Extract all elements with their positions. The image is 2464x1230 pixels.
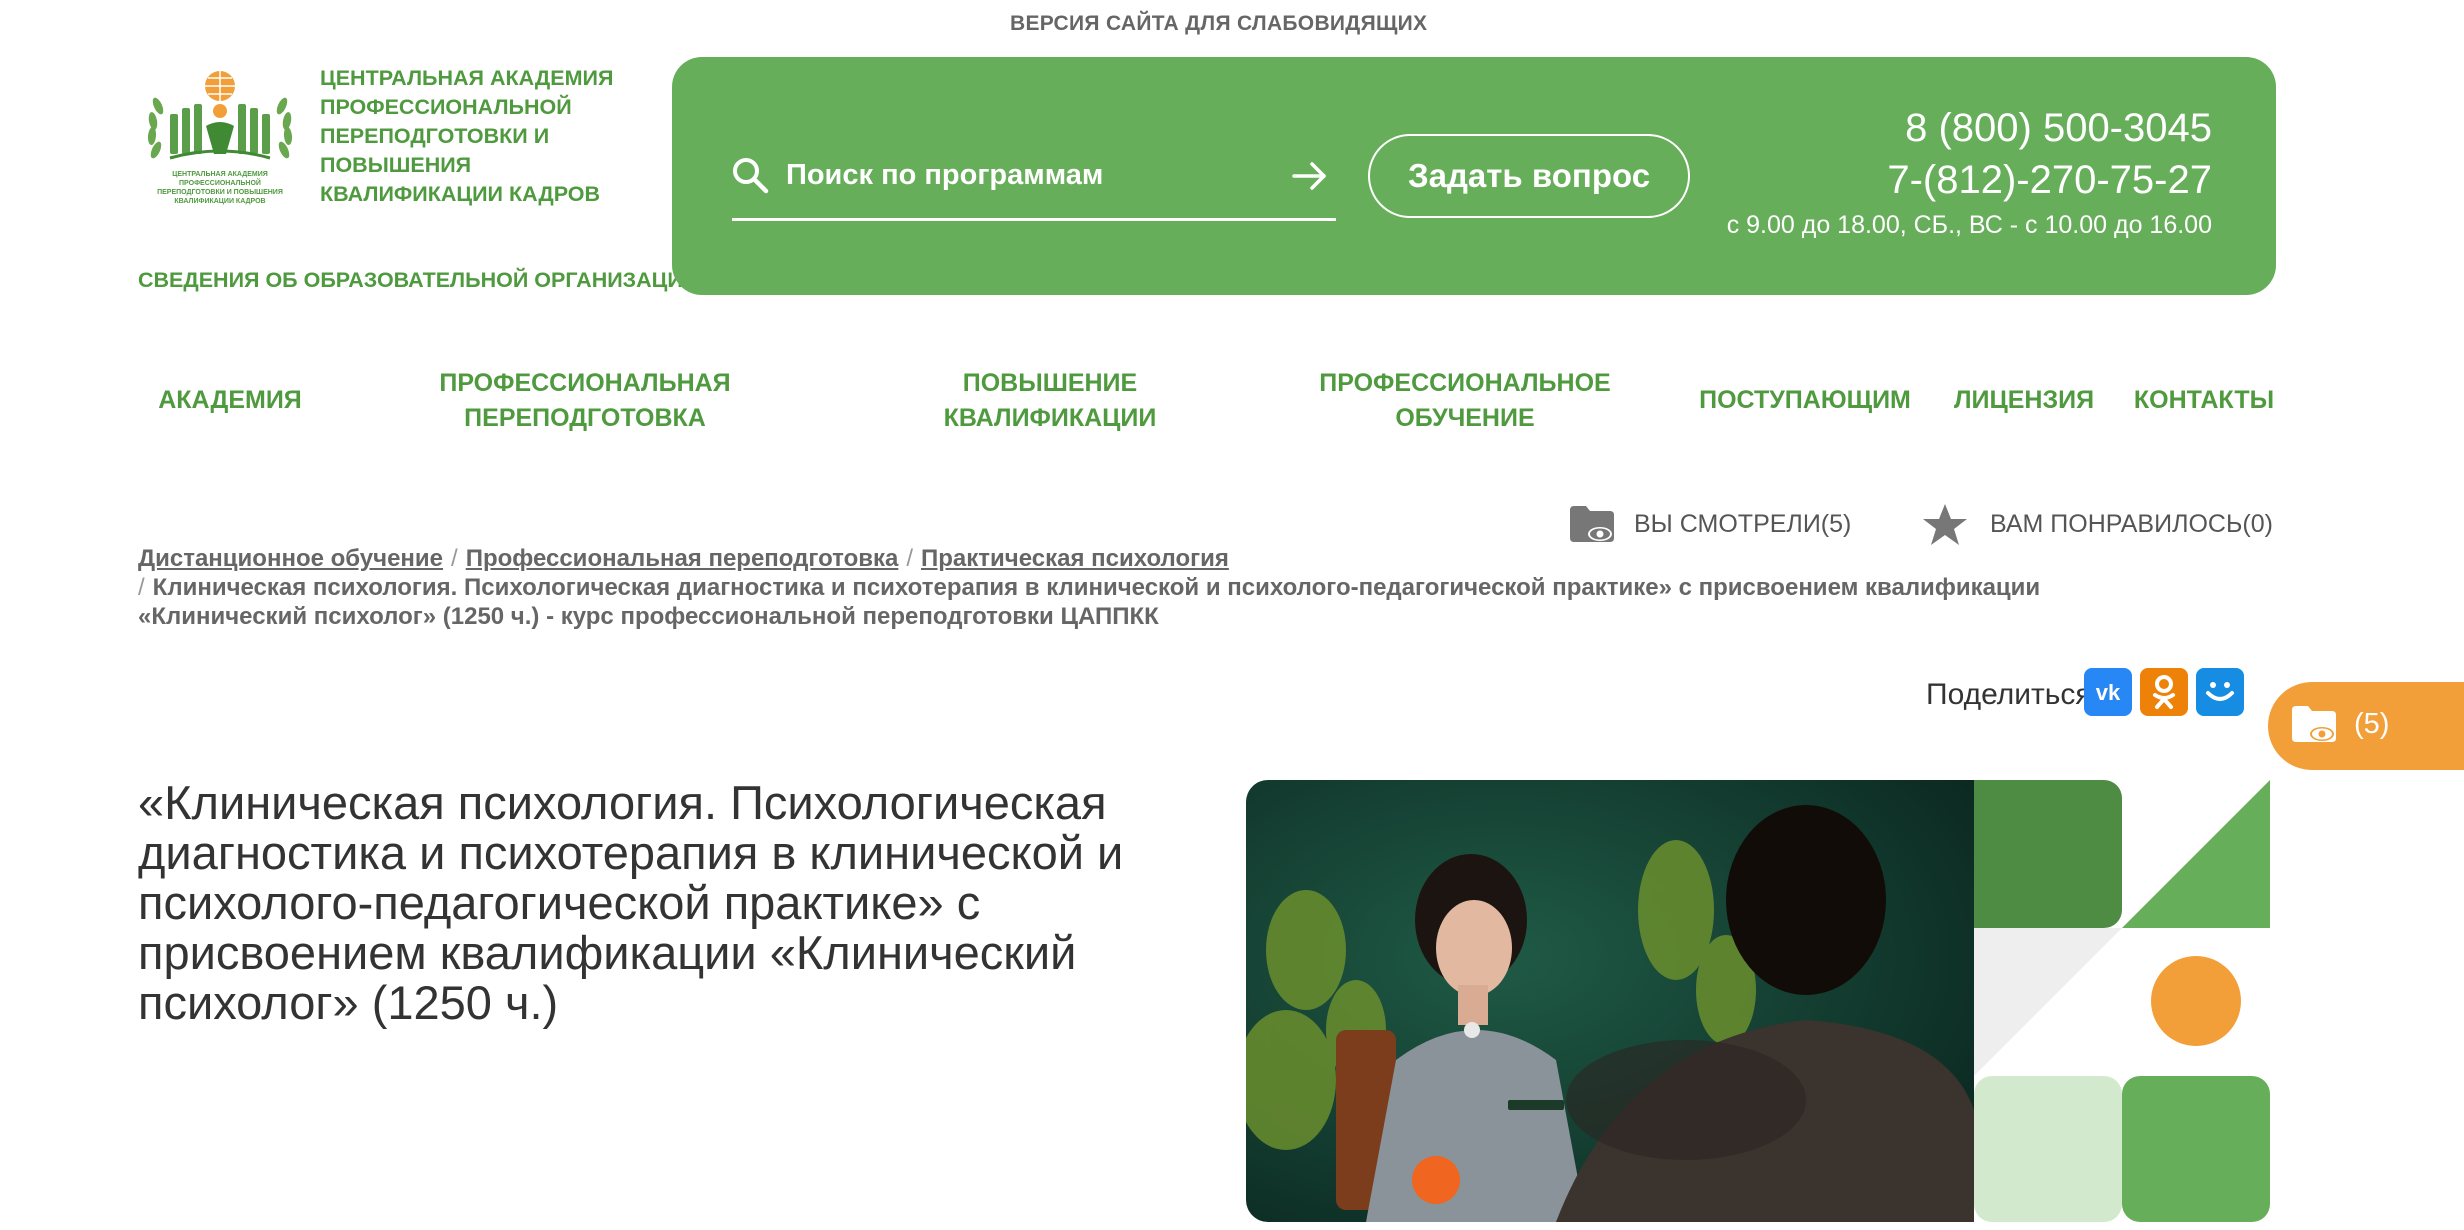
logo-title[interactable]: ЦЕНТРАЛЬНАЯ АКАДЕМИЯ ПРОФЕССИОНАЛЬНОЙ ПЕ… [320, 64, 660, 209]
arrow-right-icon[interactable] [1290, 156, 1330, 196]
nav-professional-retraining[interactable]: ПРОФЕССИОНАЛЬНАЯ ПЕРЕПОДГОТОВКА [410, 366, 760, 436]
ask-question-button[interactable]: Задать вопрос [1368, 134, 1690, 218]
breadcrumb-separator: / [451, 545, 458, 572]
share-label: Поделиться: [1926, 678, 2100, 711]
decorative-shapes [1974, 780, 2270, 1222]
nav-education-line1: ПРОФЕССИОНАЛЬНОЕ [1319, 369, 1611, 397]
share-ok-button[interactable] [2140, 668, 2188, 716]
svg-text:КВАЛИФИКАЦИИ КАДРОВ: КВАЛИФИКАЦИИ КАДРОВ [174, 198, 265, 205]
liked-link[interactable]: ВАМ ПОНРАВИЛОСЬ(0) [1990, 510, 2273, 539]
nav-contacts-label: КОНТАКТЫ [2133, 386, 2275, 414]
share-mymail-button[interactable] [2196, 668, 2244, 716]
nav-professional-education[interactable]: ПРОФЕССИОНАЛЬНОЕ ОБУЧЕНИЕ [1300, 366, 1630, 436]
mymail-icon [2206, 682, 2234, 701]
nav-applicants-label: ПОСТУПАЮЩИМ [1699, 386, 1911, 414]
vk-icon: vk [2096, 681, 2121, 703]
nav-academy[interactable]: АКАДЕМИЯ [148, 383, 312, 418]
laurel-left-icon [147, 97, 164, 159]
vision-version-link[interactable]: ВЕРСИЯ САЙТА ДЛЯ СЛАБОВИДЯЩИХ [1010, 12, 1427, 36]
nav-contacts[interactable]: КОНТАКТЫ [2124, 383, 2284, 418]
nav-retraining-line1: ПРОФЕССИОНАЛЬНАЯ [439, 369, 731, 397]
nav-applicants[interactable]: ПОСТУПАЮЩИМ [1690, 383, 1920, 418]
nav-advanced-line2: КВАЛИФИКАЦИИ [943, 404, 1157, 432]
course-hero-image [1246, 780, 1974, 1222]
folder-eye-icon[interactable] [2290, 702, 2338, 746]
viewed-count[interactable]: (5) [2354, 708, 2389, 741]
nav-advanced-line1: ПОВЫШЕНИЕ [962, 369, 1138, 397]
nav-education-line2: ОБУЧЕНИЕ [1395, 404, 1535, 432]
search-input[interactable] [786, 150, 1266, 200]
nav-license-label: ЛИЦЕНЗИЯ [1953, 386, 2095, 414]
svg-text:ЦЕНТРАЛЬНАЯ АКАДЕМИЯ: ЦЕНТРАЛЬНАЯ АКАДЕМИЯ [172, 171, 268, 178]
laurel-right-icon [276, 97, 293, 159]
search-underline [732, 218, 1336, 221]
nav-academy-label: АКАДЕМИЯ [158, 386, 302, 414]
nav-retraining-line2: ПЕРЕПОДГОТОВКА [464, 404, 706, 432]
breadcrumb-professional-retraining[interactable]: Профессиональная переподготовка [466, 545, 899, 572]
phone-number-2[interactable]: 7-(812)-270-75-27 [1887, 158, 2212, 203]
share-vk-button[interactable]: vk [2084, 668, 2132, 716]
breadcrumb: Дистанционное обучение / Профессиональная … [138, 544, 2138, 631]
viewed-link[interactable]: ВЫ СМОТРЕЛИ(5) [1634, 510, 1851, 539]
course-title: «Клиническая психология. Психологическая… [138, 776, 1124, 1029]
odnoklassniki-icon [2153, 675, 2175, 709]
phone-number-1[interactable]: 8 (800) 500-3045 [1905, 106, 2212, 151]
breadcrumb-separator: / [138, 574, 145, 601]
search-icon [733, 158, 769, 194]
svg-text:ПРОФЕССИОНАЛЬНОЙ: ПРОФЕССИОНАЛЬНОЙ [179, 178, 261, 187]
nav-advanced-training[interactable]: ПОВЫШЕНИЕ КВАЛИФИКАЦИИ [900, 366, 1200, 436]
svg-text:ПЕРЕПОДГОТОВКИ И ПОВЫШЕНИЯ: ПЕРЕПОДГОТОВКИ И ПОВЫШЕНИЯ [157, 189, 283, 196]
svg-text:vk: vk [2096, 681, 2121, 703]
breadcrumb-current: Клиническая психология. Психологическая … [138, 574, 2041, 630]
breadcrumb-distance-learning[interactable]: Дистанционное обучение [138, 545, 443, 572]
org-info-link[interactable]: СВЕДЕНИЯ ОБ ОБРАЗОВАТЕЛЬНОЙ ОРГАНИЗАЦИИ [138, 268, 698, 293]
working-hours: с 9.00 до 18.00, СБ., ВС - с 10.00 до 16… [1726, 211, 2212, 239]
nav-license[interactable]: ЛИЦЕНЗИЯ [1944, 383, 2104, 418]
academy-logo[interactable]: ЦЕНТРАЛЬНАЯ АКАДЕМИЯ ПРОФЕССИОНАЛЬНОЙ ПЕ… [140, 66, 300, 206]
star-icon[interactable] [1922, 502, 1968, 548]
breadcrumb-practical-psychology[interactable]: Практическая психология [921, 545, 1229, 572]
breadcrumb-separator: / [906, 545, 914, 572]
folder-eye-icon[interactable] [1568, 502, 1616, 546]
